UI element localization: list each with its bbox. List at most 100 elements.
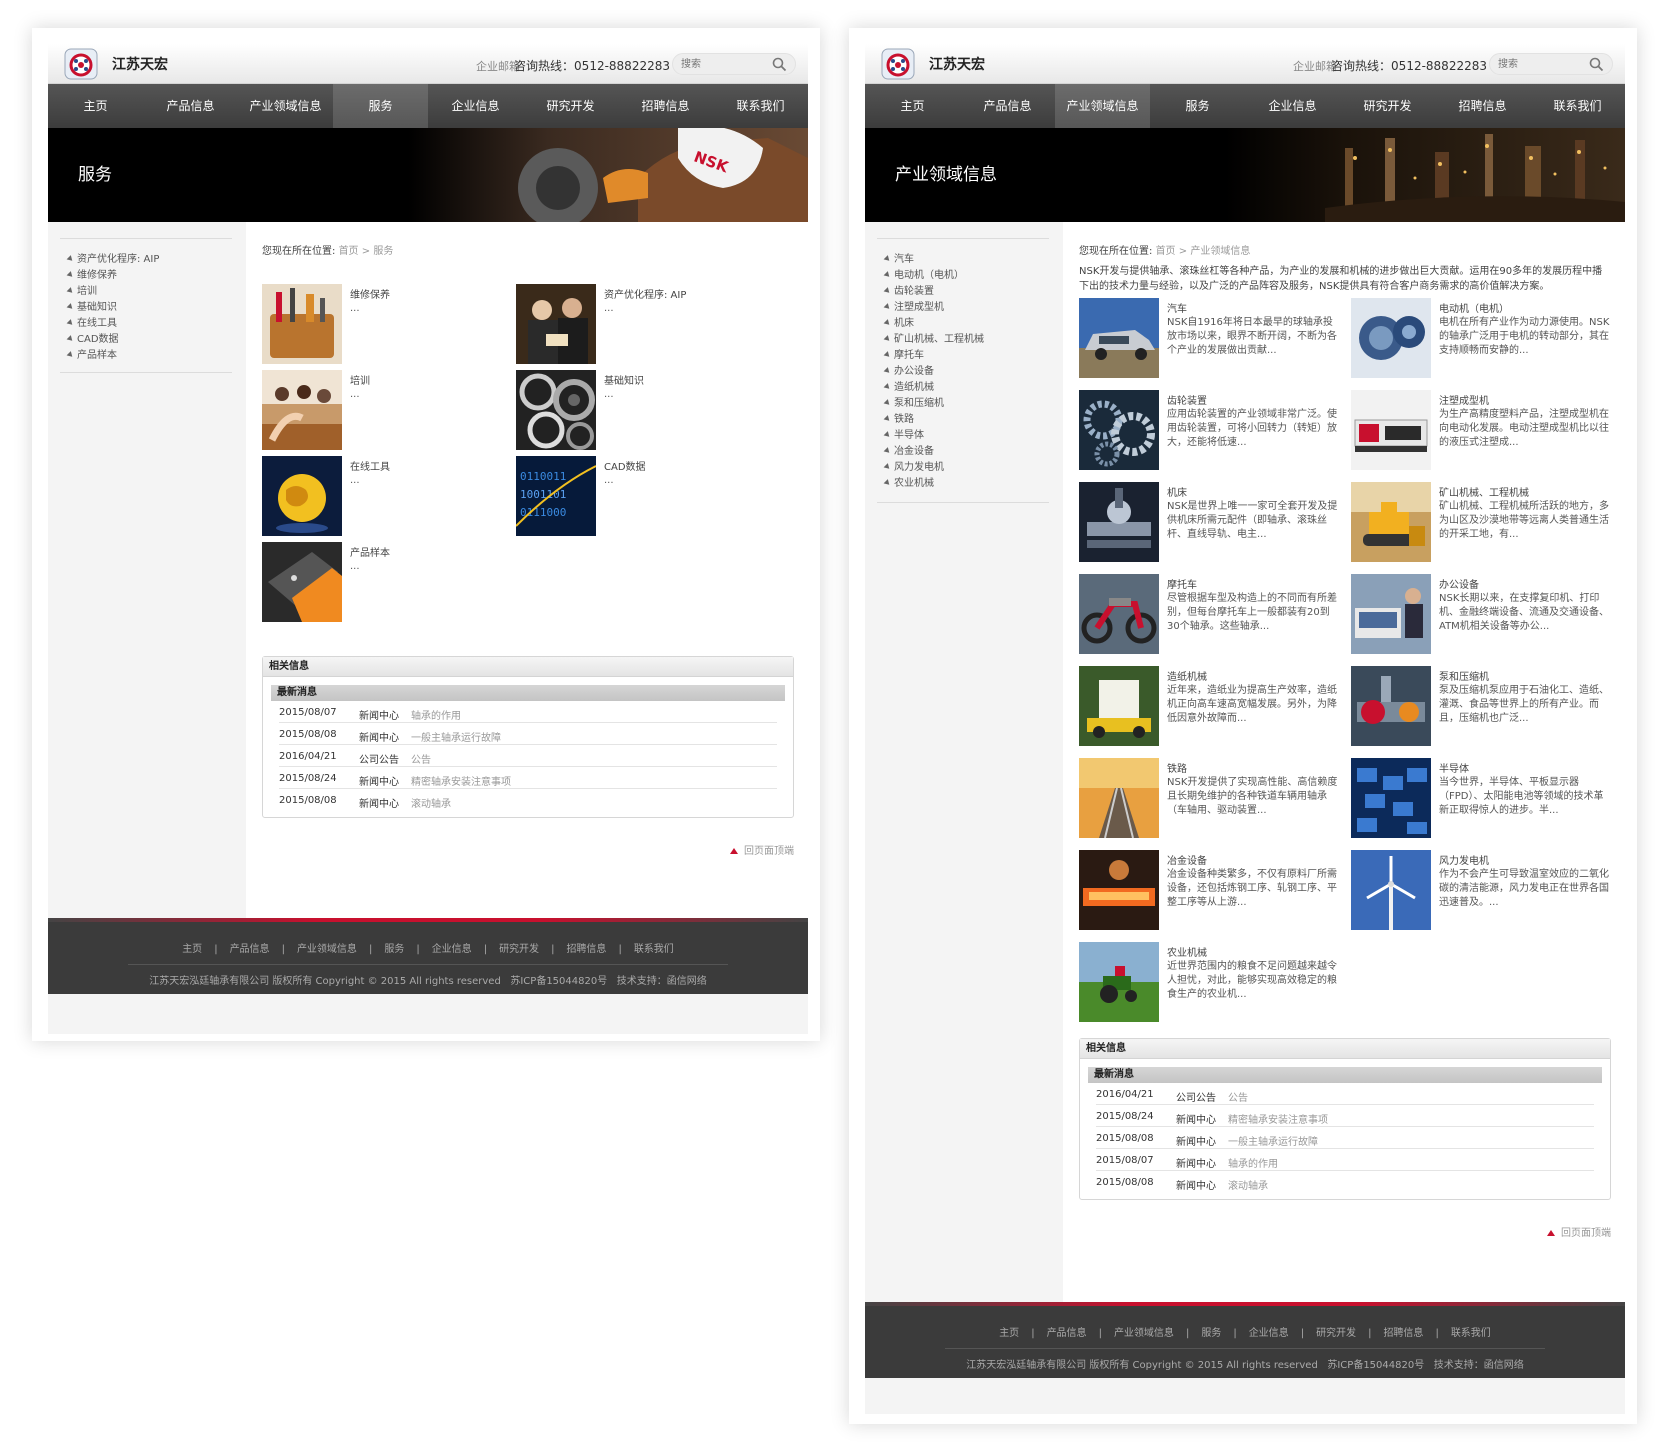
breadcrumb-home[interactable]: 首页 [339, 246, 359, 257]
footer-link-service[interactable]: 服务 [1201, 1328, 1221, 1339]
nav-service[interactable]: 服务 [333, 84, 428, 128]
nav-research[interactable]: 研究开发 [1340, 84, 1435, 128]
industry-card-mining[interactable]: 矿山机械、工程机械 矿山机械、工程机械所活跃的地方，多为山区及沙漠地带等远离人类… [1351, 482, 1611, 564]
industry-card-automotive[interactable]: 汽车 NSK自1916年将日本最早的球轴承投放市场以来，眼界不断开阔，不断为各个… [1079, 298, 1339, 380]
footer-link-company[interactable]: 企业信息 [1249, 1328, 1289, 1339]
sidebar-item-basics[interactable]: 基础知识 [66, 298, 117, 313]
card-title[interactable]: 冶金设备 [1167, 852, 1207, 867]
card-title[interactable]: 造纸机械 [1167, 668, 1207, 683]
sidebar-item-steel[interactable]: 冶金设备 [883, 442, 934, 457]
card-title[interactable]: 基础知识 [604, 372, 644, 387]
news-row[interactable]: 2015/08/08 新闻中心 滚动轴承 [1096, 1171, 1594, 1193]
news-title[interactable]: 一般主轴承运行故障 [1228, 1133, 1318, 1148]
news-title[interactable]: 精密轴承安装注意事项 [411, 773, 511, 788]
motor-photo-icon[interactable] [1351, 298, 1431, 378]
meeting-photo-icon[interactable] [516, 284, 596, 364]
bulldozer-photo-icon[interactable] [1351, 482, 1431, 562]
footer-link-contact[interactable]: 联系我们 [1451, 1328, 1491, 1339]
industry-card-paper[interactable]: 造纸机械 近年来，造纸业为提高生产效率，造纸机正向高车速高宽幅发展。另外，为降低… [1079, 666, 1339, 748]
card-title[interactable]: 机床 [1167, 484, 1187, 499]
industry-card-molding[interactable]: 注塑成型机 为生产高精度塑料产品，注塑成型机在向电动化发展。电动注塑成型机比以往… [1351, 390, 1611, 472]
nav-contact[interactable]: 联系我们 [1530, 84, 1625, 128]
footer-link-industries[interactable]: 产业领域信息 [297, 944, 357, 955]
news-title[interactable]: 轴承的作用 [411, 707, 461, 722]
toolbag-photo-icon[interactable] [262, 284, 342, 364]
nav-products[interactable]: 产品信息 [960, 84, 1055, 128]
sidebar-item-motorcycle[interactable]: 摩托车 [883, 346, 924, 361]
service-card-aip[interactable]: 资产优化程序: AIP ... [516, 284, 776, 366]
nav-home[interactable]: 主页 [48, 84, 143, 128]
news-row[interactable]: 2015/08/24 新闻中心 精密轴承安装注意事项 [279, 767, 777, 789]
back-to-top-link[interactable]: 回页面顶端 [730, 842, 794, 857]
news-row[interactable]: 2015/08/08 新闻中心 一般主轴承运行故障 [1096, 1127, 1594, 1149]
sidebar-item-cad[interactable]: CAD数据 [66, 330, 119, 345]
sidebar-item-office[interactable]: 办公设备 [883, 362, 934, 377]
footer-link-company[interactable]: 企业信息 [432, 944, 472, 955]
catalog-photo-icon[interactable] [262, 542, 342, 622]
classroom-photo-icon[interactable] [262, 370, 342, 450]
footer-link-service[interactable]: 服务 [384, 944, 404, 955]
news-title[interactable]: 滚动轴承 [411, 795, 451, 810]
icp-link[interactable]: 苏ICP备15044820号 [510, 976, 607, 987]
news-row[interactable]: 2016/04/21 公司公告 公告 [1096, 1083, 1594, 1105]
sidebar-item-aip[interactable]: 资产优化程序: AIP [66, 250, 159, 265]
sidebar-item-molding[interactable]: 注塑成型机 [883, 298, 944, 313]
nav-service[interactable]: 服务 [1150, 84, 1245, 128]
company-logo-icon[interactable] [881, 48, 915, 80]
sidebar-item-automotive[interactable]: 汽车 [883, 250, 914, 265]
card-title[interactable]: 半导体 [1439, 760, 1469, 775]
news-title[interactable]: 一般主轴承运行故障 [411, 729, 501, 744]
industry-card-motor[interactable]: 电动机（电机） 电机在所有产业作为动力源使用。NSK的轴承广泛用于电机的转动部分… [1351, 298, 1611, 380]
steel-photo-icon[interactable] [1079, 850, 1159, 930]
industry-card-office[interactable]: 办公设备 NSK长期以来，在支撑复印机、打印机、金融终端设备、流通及交通设备、A… [1351, 574, 1611, 656]
news-title[interactable]: 公告 [1228, 1089, 1248, 1104]
news-title[interactable]: 公告 [411, 751, 431, 766]
card-title[interactable]: 齿轮装置 [1167, 392, 1207, 407]
sidebar-item-gears[interactable]: 齿轮装置 [883, 282, 934, 297]
card-title[interactable]: 培训 [350, 372, 370, 387]
nav-home[interactable]: 主页 [865, 84, 960, 128]
car-photo-icon[interactable] [1079, 298, 1159, 378]
nav-company[interactable]: 企业信息 [428, 84, 523, 128]
nav-company[interactable]: 企业信息 [1245, 84, 1340, 128]
sidebar-item-maintenance[interactable]: 维修保养 [66, 266, 117, 281]
molding-machine-photo-icon[interactable] [1351, 390, 1431, 470]
sidebar-item-pump[interactable]: 泵和压缩机 [883, 394, 944, 409]
sidebar-item-paper[interactable]: 造纸机械 [883, 378, 934, 393]
card-title[interactable]: 风力发电机 [1439, 852, 1489, 867]
motorcycle-photo-icon[interactable] [1079, 574, 1159, 654]
news-title[interactable]: 滚动轴承 [1228, 1177, 1268, 1192]
news-row[interactable]: 2015/08/08 新闻中心 一般主轴承运行故障 [279, 723, 777, 745]
sidebar-item-catalog[interactable]: 产品样本 [66, 346, 117, 361]
footer-link-recruit[interactable]: 招聘信息 [1383, 1328, 1423, 1339]
card-title[interactable]: 农业机械 [1167, 944, 1207, 959]
footer-link-industries[interactable]: 产业领域信息 [1114, 1328, 1174, 1339]
semiconductor-photo-icon[interactable] [1351, 758, 1431, 838]
card-title[interactable]: 办公设备 [1439, 576, 1479, 591]
footer-link-research[interactable]: 研究开发 [499, 944, 539, 955]
nav-recruit[interactable]: 招聘信息 [1435, 84, 1530, 128]
card-title[interactable]: 摩托车 [1167, 576, 1197, 591]
globe-photo-icon[interactable] [262, 456, 342, 536]
industry-card-agriculture[interactable]: 农业机械 近世界范围内的粮食不足问题越来越令人担忧，对此，能够实现高效稳定的粮食… [1079, 942, 1339, 1024]
icp-link[interactable]: 苏ICP备15044820号 [1327, 1360, 1424, 1371]
search-input[interactable] [681, 56, 767, 72]
bearings-photo-icon[interactable] [516, 370, 596, 450]
tractor-photo-icon[interactable] [1079, 942, 1159, 1022]
service-card-catalog[interactable]: 产品样本 ... [262, 542, 522, 624]
gears-photo-icon[interactable] [1079, 390, 1159, 470]
sidebar-item-railway[interactable]: 铁路 [883, 410, 914, 425]
industry-card-steel[interactable]: 冶金设备 冶金设备种类繁多，不仅有原料厂所需设备，还包括炼钢工序、轧钢工序、平整… [1079, 850, 1339, 932]
sidebar-item-motor[interactable]: 电动机（电机） [883, 266, 964, 281]
footer-link-home[interactable]: 主页 [182, 944, 202, 955]
machine-tool-photo-icon[interactable] [1079, 482, 1159, 562]
card-title[interactable]: 注塑成型机 [1439, 392, 1489, 407]
industry-card-pump[interactable]: 泵和压缩机 泵及压缩机泵应用于石油化工、造纸、灌溉、食品等世界上的所有产业。而且… [1351, 666, 1611, 748]
card-title[interactable]: 电动机（电机） [1439, 300, 1509, 315]
footer-link-contact[interactable]: 联系我们 [634, 944, 674, 955]
sidebar-item-online-tools[interactable]: 在线工具 [66, 314, 117, 329]
service-card-training[interactable]: 培训 ... [262, 370, 522, 452]
card-title[interactable]: 铁路 [1167, 760, 1187, 775]
sidebar-item-training[interactable]: 培训 [66, 282, 97, 297]
service-card-online-tools[interactable]: 在线工具 ... [262, 456, 522, 538]
